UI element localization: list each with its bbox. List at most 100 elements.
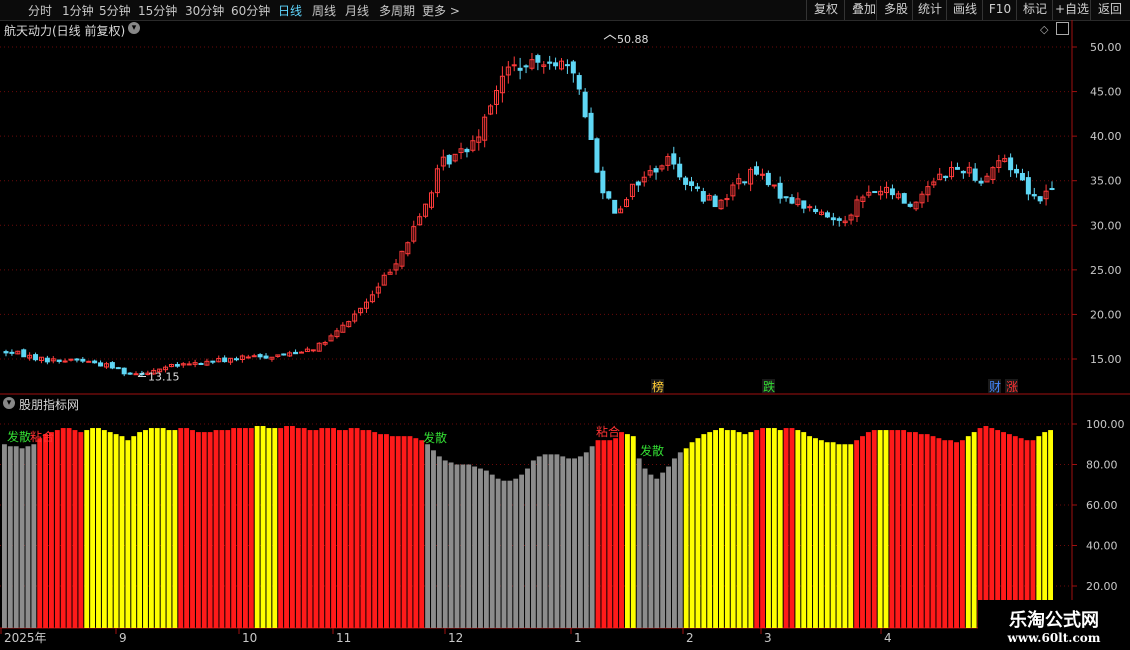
x-tick-label: 2 [686, 631, 694, 645]
indicator-bar [542, 454, 548, 628]
indicator-bar [865, 432, 871, 628]
indicator-bar [266, 428, 272, 628]
signal-annotation: 发散 [7, 429, 31, 444]
candle-body [582, 91, 588, 118]
candle-body [789, 197, 795, 204]
event-marker: 跌 [763, 379, 775, 394]
indicator-bar [107, 432, 113, 628]
candle-body [901, 193, 907, 204]
indicator-bar [671, 458, 677, 628]
indicator-bar [783, 428, 789, 628]
indicator-bar [607, 440, 613, 628]
candle-body [801, 200, 807, 209]
candle-body [523, 65, 529, 68]
indicator-bar [954, 442, 959, 628]
indicator-bar [630, 436, 636, 628]
indicator-bar [254, 426, 260, 628]
candle-body [33, 354, 39, 361]
indicator-bar [454, 464, 460, 628]
candle-body [174, 364, 180, 367]
indicator-bar [936, 438, 942, 628]
indicator-bar [848, 444, 854, 628]
indicator-bar [519, 474, 525, 628]
indicator-bar [807, 436, 813, 628]
signal-annotation: 发散 [423, 430, 447, 445]
indicator-bar [489, 474, 495, 628]
indicator-bar [813, 438, 818, 628]
main-y-tick-label: 50.00 [1090, 41, 1122, 54]
indicator-bar [613, 438, 619, 628]
indicator-bar [231, 428, 237, 628]
indicator-bar [460, 464, 466, 628]
indicator-bar [1048, 430, 1053, 628]
indicator-bar [930, 436, 936, 628]
indicator-bar [78, 432, 84, 628]
signal-annotation: 粘合 [30, 429, 54, 444]
candle-body [653, 168, 659, 173]
indicator-bar [319, 428, 325, 628]
indicator-bar [742, 434, 748, 628]
indicator-bar [325, 428, 331, 628]
indicator-bar [125, 440, 131, 628]
indicator-bar [348, 428, 354, 628]
indicator-bar [619, 432, 624, 628]
candle-body [127, 372, 133, 375]
candle-body [570, 61, 576, 74]
indicator-bar [566, 458, 572, 628]
indicator-bar [572, 458, 577, 628]
x-tick-label: 9 [119, 631, 127, 645]
indicator-bar [160, 428, 166, 628]
indicator-bar [636, 458, 642, 628]
candle-body [210, 360, 216, 363]
candle-body [109, 362, 115, 369]
event-marker: 涨 [1006, 379, 1018, 394]
indicator-bar [965, 436, 971, 628]
indicator-bar [19, 448, 25, 628]
indicator-bar [912, 432, 918, 628]
indicator-bar [219, 430, 225, 628]
candle-body [298, 351, 304, 354]
indicator-bar [90, 428, 96, 628]
indicator-bar [49, 432, 54, 628]
sub-y-tick-label: 100.00 [1086, 418, 1125, 431]
indicator-bar [971, 432, 977, 628]
indicator-bar [295, 428, 301, 628]
indicator-bar [472, 466, 478, 628]
indicator-bar [289, 426, 295, 628]
candle-body [960, 170, 966, 174]
candle-body [588, 112, 594, 140]
indicator-bar [213, 430, 219, 628]
candle-body [68, 358, 74, 361]
candle-body [612, 199, 618, 214]
candle-body [594, 138, 600, 173]
indicator-bar [448, 462, 454, 628]
sub-y-tick-label: 80.00 [1086, 459, 1118, 472]
indicator-bar [137, 432, 143, 628]
indicator-bar [701, 434, 707, 628]
indicator-bar [513, 478, 519, 628]
candle-body [907, 203, 913, 207]
indicator-bar [2, 444, 7, 628]
candle-body [777, 182, 783, 199]
indicator-bar [642, 468, 648, 628]
indicator-bar [554, 454, 560, 628]
indicator-bar [178, 428, 184, 628]
candle-body [121, 367, 127, 375]
x-tick-label: 1 [574, 631, 582, 645]
indicator-bar [595, 440, 601, 628]
indicator-bar [354, 428, 360, 628]
candle-body [836, 218, 842, 221]
candle-body [446, 154, 452, 165]
candle-body [3, 351, 9, 354]
candle-body [263, 355, 269, 359]
candlestick-series [3, 53, 1055, 377]
candle-body [1008, 157, 1014, 171]
main-y-tick-label: 40.00 [1090, 130, 1122, 143]
candle-body [1031, 194, 1037, 197]
indicator-bar [854, 440, 860, 628]
indicator-bar [425, 444, 431, 628]
indicator-bar [366, 430, 372, 628]
indicator-bar [707, 432, 713, 628]
indicator-bar [801, 432, 807, 628]
indicator-bar [342, 430, 348, 628]
